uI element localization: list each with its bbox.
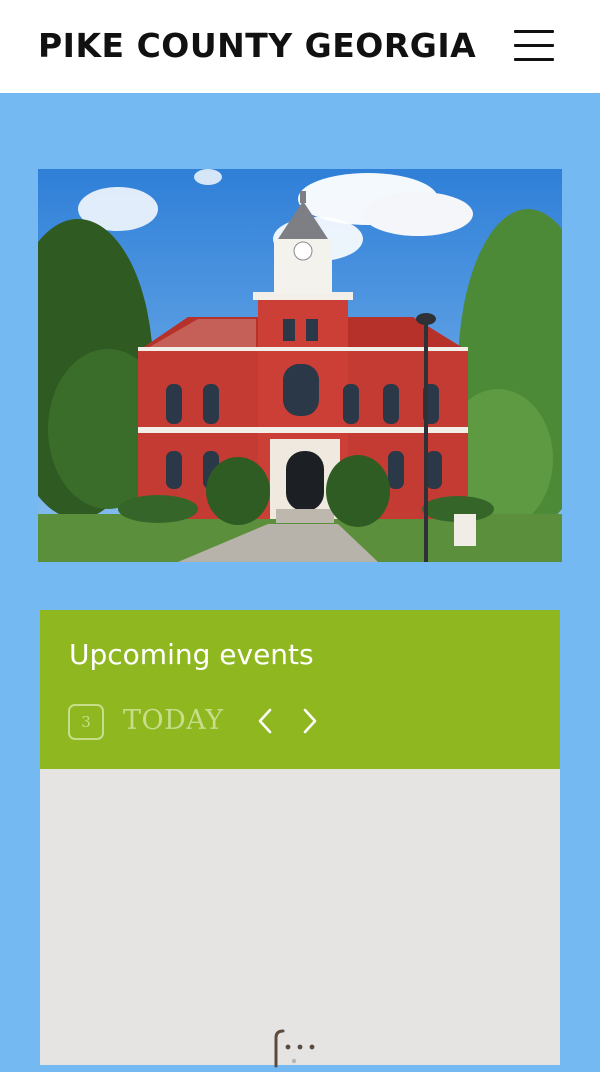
courthouse-photo [38, 169, 562, 562]
today-date-badge[interactable]: 3 [68, 704, 104, 740]
today-button[interactable]: TODAY [123, 701, 224, 741]
upcoming-events-widget: Upcoming events 3 TODAY [40, 610, 560, 1068]
chevron-right-icon[interactable] [298, 706, 322, 736]
menu-bar [514, 30, 554, 33]
events-title: Upcoming events [69, 638, 314, 671]
loading-spinner-icon [264, 1028, 324, 1068]
menu-bar [514, 58, 554, 61]
site-header: PIKE COUNTY GEORGIA [0, 0, 600, 93]
hamburger-menu-icon[interactable] [512, 27, 556, 67]
loading-spinner-icon [274, 1029, 315, 1068]
menu-bar [514, 44, 554, 47]
courthouse-illustration [38, 169, 562, 562]
chevron-left-icon [258, 708, 272, 734]
events-header: Upcoming events 3 TODAY [40, 610, 560, 769]
chevron-right-icon [303, 708, 317, 734]
site-title[interactable]: PIKE COUNTY GEORGIA [38, 24, 476, 68]
chevron-left-icon[interactable] [253, 706, 277, 736]
